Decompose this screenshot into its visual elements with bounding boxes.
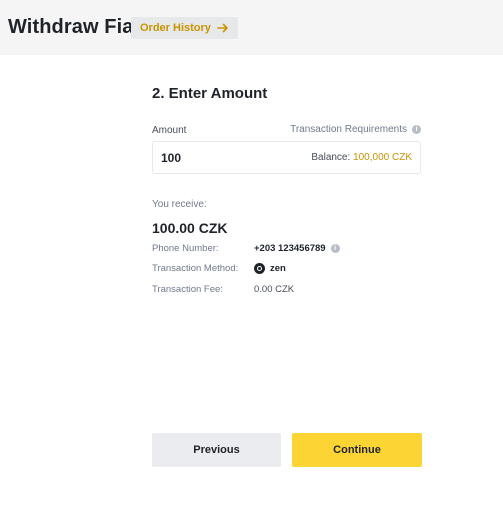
previous-button[interactable]: Previous (152, 433, 281, 467)
amount-label: Amount (152, 125, 187, 136)
phone-info-icon[interactable]: i (330, 244, 340, 253)
transaction-method-value-group: zen (254, 263, 286, 274)
amount-field-container: Balance: 100,000 CZK (152, 141, 421, 174)
transaction-method-label: Transaction Method: (152, 263, 239, 274)
balance-label: Balance: (311, 152, 351, 163)
zen-logo-icon (254, 263, 265, 274)
top-bar: Withdraw Fiat Order History (0, 0, 503, 55)
transaction-fee-row: Transaction Fee: 0.00 CZK (152, 284, 392, 298)
arrow-right-icon (217, 22, 229, 34)
transaction-method-row: Transaction Method: zen (152, 263, 392, 277)
transaction-requirements-label: Transaction Requirements (290, 124, 407, 135)
continue-button[interactable]: Continue (292, 433, 422, 467)
transaction-fee-value: 0.00 CZK (254, 284, 295, 295)
phone-number-value: +203 123456789 (254, 243, 326, 254)
transaction-requirements-link[interactable]: Transaction Requirements i (290, 124, 421, 135)
you-receive-label: You receive: (152, 199, 207, 210)
receive-amount: 100.00 CZK (152, 220, 228, 236)
balance-display: Balance: 100,000 CZK (311, 152, 412, 163)
page-title: Withdraw Fiat (8, 16, 141, 38)
order-history-button[interactable]: Order History (131, 17, 238, 39)
phone-number-label: Phone Number: (152, 243, 219, 254)
phone-number-value-group: +203 123456789 i (254, 243, 340, 254)
step-title: 2. Enter Amount (152, 85, 268, 102)
balance-value: 100,000 CZK (353, 152, 412, 163)
info-icon[interactable]: i (412, 125, 421, 134)
phone-number-row: Phone Number: +203 123456789 i (152, 243, 392, 257)
transaction-method-value: zen (270, 263, 286, 274)
transaction-fee-label: Transaction Fee: (152, 284, 223, 295)
amount-input[interactable] (161, 150, 281, 165)
order-history-label: Order History (140, 22, 211, 34)
